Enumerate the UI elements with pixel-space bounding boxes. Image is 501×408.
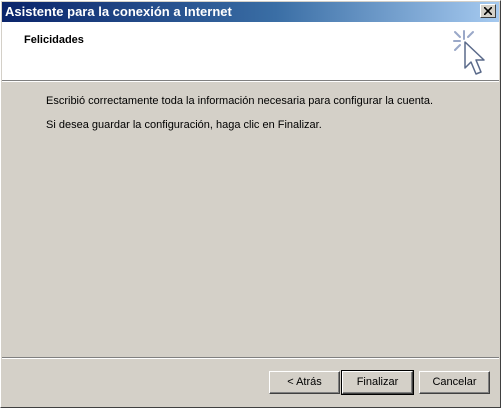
footer-divider-highlight xyxy=(2,358,499,359)
finish-button[interactable]: Finalizar xyxy=(341,370,414,395)
wizard-header: Felicidades xyxy=(2,22,499,81)
wizard-window: Asistente para la conexión a Internet Fe… xyxy=(0,0,501,408)
info-text-line2: Si desea guardar la configuración, haga … xyxy=(46,119,322,131)
page-title: Felicidades xyxy=(24,34,84,46)
info-text-line1: Escribió correctamente toda la informaci… xyxy=(46,95,434,107)
header-divider xyxy=(2,81,499,82)
back-button[interactable]: < Atrás xyxy=(269,371,340,394)
close-button[interactable] xyxy=(480,4,496,18)
window-title: Asistente para la conexión a Internet xyxy=(5,4,232,19)
title-bar[interactable]: Asistente para la conexión a Internet xyxy=(2,2,499,22)
close-icon xyxy=(484,7,492,15)
cancel-button[interactable]: Cancelar xyxy=(419,371,490,394)
wizard-cursor-icon xyxy=(453,30,485,75)
